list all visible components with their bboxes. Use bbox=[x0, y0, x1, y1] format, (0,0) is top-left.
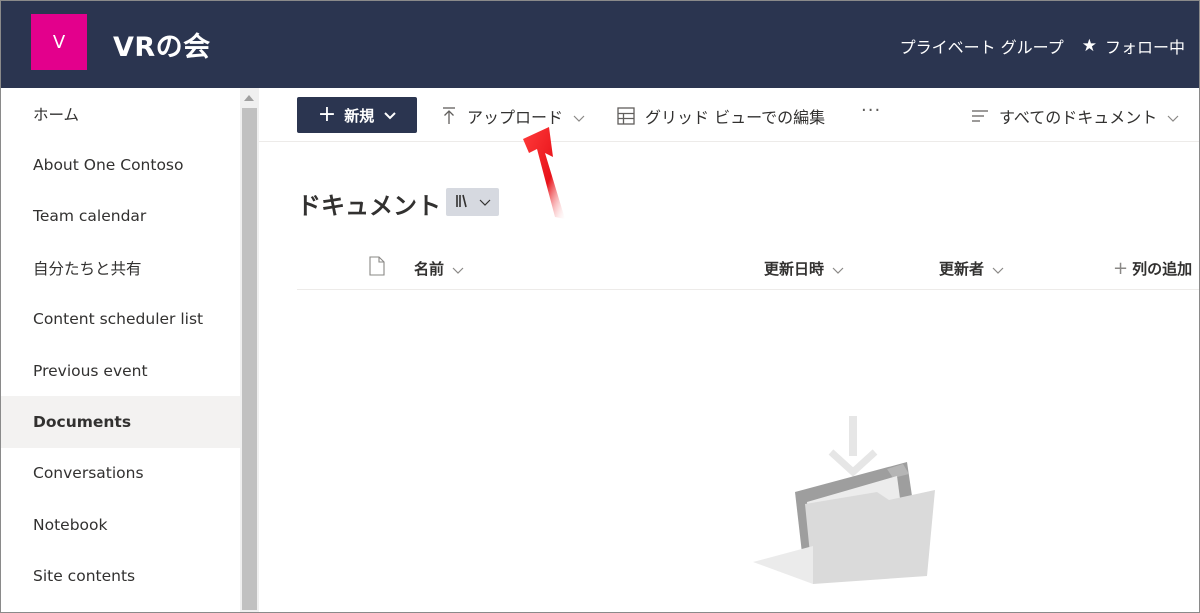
chevron-down-icon bbox=[452, 260, 464, 278]
more-options-button[interactable]: ··· bbox=[861, 100, 881, 121]
scroll-thumb[interactable] bbox=[242, 108, 257, 610]
file-icon bbox=[369, 256, 385, 280]
command-bar: + 新規 アップロード グリッド ビューでの編集 ··· すべてのドキュメント bbox=[259, 88, 1199, 142]
document-library: ドキュメント 名前 更新日時 更新者 + 列の追加 bbox=[259, 142, 1199, 612]
column-modified-by-label: 更新者 bbox=[939, 260, 985, 278]
sidebar-item-previous-event[interactable]: Previous event bbox=[1, 345, 240, 396]
chevron-down-icon bbox=[832, 260, 844, 278]
library-books-icon bbox=[455, 193, 475, 212]
grid-icon bbox=[617, 107, 635, 125]
sidebar-item-label: Content scheduler list bbox=[33, 310, 204, 329]
view-lines-icon bbox=[971, 109, 989, 123]
file-type-column[interactable] bbox=[369, 256, 385, 280]
sidebar-item-label: Site contents bbox=[33, 567, 136, 586]
new-button[interactable]: + 新規 bbox=[297, 97, 417, 133]
plus-icon: + bbox=[1113, 258, 1129, 279]
column-modified-by[interactable]: 更新者 bbox=[939, 258, 1004, 279]
add-column-label: 列の追加 bbox=[1132, 260, 1193, 278]
sidebar-item-notebook[interactable]: Notebook bbox=[1, 499, 240, 550]
chevron-down-icon bbox=[573, 107, 585, 126]
add-column-button[interactable]: + 列の追加 bbox=[1113, 258, 1192, 279]
grid-edit-label: グリッド ビューでの編集 bbox=[645, 108, 826, 127]
sidebar-item-label: Team calendar bbox=[33, 207, 147, 226]
view-label: すべてのドキュメント bbox=[999, 108, 1158, 127]
sidebar-item-home[interactable]: ホーム bbox=[1, 88, 240, 139]
column-modified-label: 更新日時 bbox=[764, 260, 825, 278]
column-name-label: 名前 bbox=[414, 260, 445, 278]
sidebar-scrollbar[interactable] bbox=[240, 88, 259, 612]
site-header: V VRの会 プライベート グループ ★ フォロー中 bbox=[1, 1, 1199, 88]
sidebar-item-label: About One Contoso bbox=[33, 156, 184, 175]
column-modified[interactable]: 更新日時 bbox=[764, 258, 844, 279]
column-header-row: 名前 更新日時 更新者 + 列の追加 bbox=[297, 246, 1199, 290]
library-title: ドキュメント bbox=[297, 192, 441, 220]
star-icon[interactable]: ★ bbox=[1082, 36, 1097, 56]
header-actions: プライベート グループ ★ フォロー中 bbox=[900, 34, 1185, 58]
sidebar-item-label: Previous event bbox=[33, 361, 148, 380]
sidebar-item-label: ホーム bbox=[33, 105, 80, 124]
view-selector[interactable]: すべてのドキュメント bbox=[971, 104, 1179, 128]
window-frame: V VRの会 プライベート グループ ★ フォロー中 ホーム About One… bbox=[0, 0, 1200, 613]
chevron-down-icon bbox=[1167, 107, 1179, 126]
follow-button[interactable]: フォロー中 bbox=[1105, 34, 1185, 58]
chevron-down-icon bbox=[479, 199, 491, 206]
sidebar-item-conversations[interactable]: Conversations bbox=[1, 448, 240, 499]
sidebar-item-label: Notebook bbox=[33, 515, 108, 534]
more-icon: ··· bbox=[861, 100, 882, 121]
chevron-down-icon bbox=[992, 260, 1004, 278]
empty-folder-illustration bbox=[747, 412, 947, 612]
sidebar-item-label: Documents bbox=[33, 413, 132, 432]
upload-label: アップロード bbox=[467, 108, 564, 127]
sidebar-item-site-contents[interactable]: Site contents bbox=[1, 551, 240, 602]
sidebar-item-team-calendar[interactable]: Team calendar bbox=[1, 191, 240, 242]
sidebar-item-label: Conversations bbox=[33, 464, 144, 483]
site-logo-letter: V bbox=[52, 31, 66, 53]
privacy-label: プライベート グループ bbox=[899, 38, 1064, 57]
edit-in-grid-view-button[interactable]: グリッド ビューでの編集 bbox=[617, 104, 825, 128]
left-navigation: ホーム About One Contoso Team calendar 自分たち… bbox=[1, 88, 240, 612]
chevron-down-icon bbox=[384, 106, 396, 124]
sidebar-item-content-scheduler[interactable]: Content scheduler list bbox=[1, 294, 240, 345]
site-title[interactable]: VRの会 bbox=[113, 25, 211, 64]
sidebar-item-about[interactable]: About One Contoso bbox=[1, 139, 240, 190]
new-button-label: 新規 bbox=[344, 106, 375, 125]
sidebar-item-label: 自分たちと共有 bbox=[33, 259, 142, 278]
library-options-button[interactable] bbox=[446, 188, 499, 216]
scroll-up-arrow-icon[interactable] bbox=[244, 95, 254, 101]
sidebar-item-shared-with-us[interactable]: 自分たちと共有 bbox=[1, 242, 240, 293]
site-logo[interactable]: V bbox=[31, 14, 87, 70]
upload-icon bbox=[441, 107, 457, 125]
sidebar-item-documents[interactable]: Documents bbox=[1, 396, 240, 448]
red-arrow-annotation bbox=[519, 127, 579, 226]
plus-icon: + bbox=[317, 102, 337, 127]
upload-button[interactable]: アップロード bbox=[441, 104, 585, 128]
column-name[interactable]: 名前 bbox=[414, 258, 464, 279]
